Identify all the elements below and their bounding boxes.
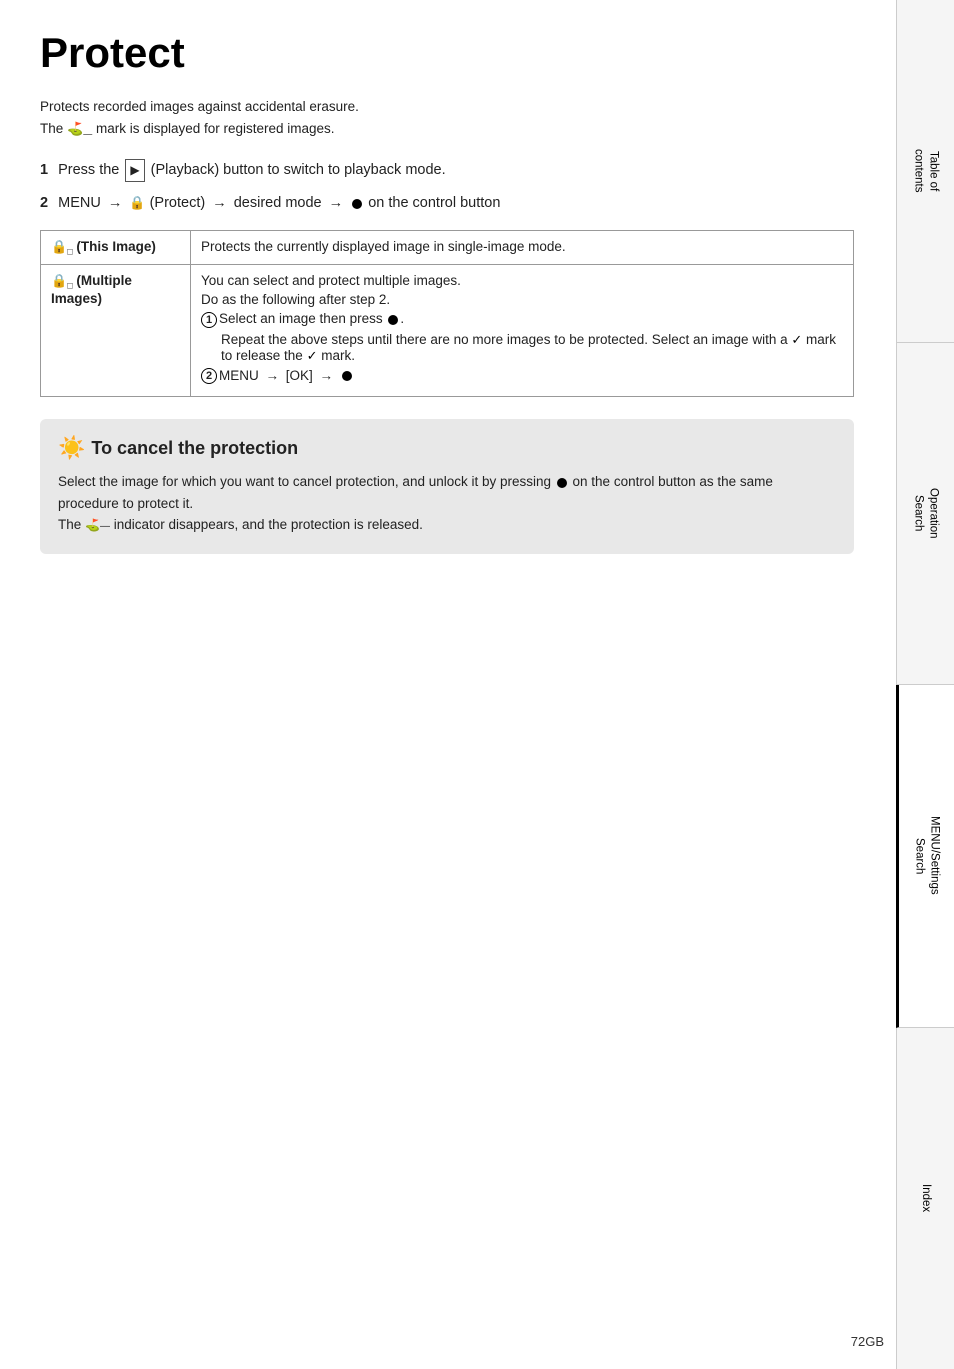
table-row-1: 🔒□ (This Image) Protects the currently d… (41, 230, 854, 265)
sidebar-label-operation: OperationSearch (911, 488, 941, 539)
sidebar-label-toc: Table ofcontents (911, 149, 941, 192)
bullet-step1 (388, 315, 398, 325)
row2-label: 🔒□ (MultipleImages) (41, 265, 191, 397)
intro-text: Protects recorded images against acciden… (40, 96, 854, 141)
tip-body: Select the image for which you want to c… (58, 471, 836, 536)
sidebar-tab-index[interactable]: Index (896, 1028, 954, 1369)
circled-2: 2 (201, 368, 217, 384)
page-number: 72GB (851, 1334, 884, 1349)
intro-line2: The ⛳— mark is displayed for registered … (40, 121, 335, 136)
step2-number: 2 (40, 195, 48, 211)
tip-title: ☀️ To cancel the protection (58, 435, 836, 461)
tip-line1: Select the image for which you want to c… (58, 471, 836, 514)
page-title: Protect (40, 30, 854, 76)
sidebar-label-menu: MENU/SettingsSearch (912, 816, 942, 895)
bullet-step2 (342, 371, 352, 381)
row2-desc: You can select and protect multiple imag… (191, 265, 854, 397)
tip-bullet (557, 478, 567, 488)
row2-step1-indent: Repeat the above steps until there are n… (221, 332, 843, 364)
tip-icon: ☀️ (58, 435, 85, 461)
sidebar-tab-table-of-contents[interactable]: Table ofcontents (896, 0, 954, 343)
intro-line1: Protects recorded images against acciden… (40, 99, 359, 114)
tip-line2: The ⛳— indicator disappears, and the pro… (58, 514, 836, 536)
table-row-2: 🔒□ (MultipleImages) You can select and p… (41, 265, 854, 397)
row2-step2: 2MENU → [OK] → (201, 368, 843, 384)
bullet-circle (352, 199, 362, 209)
row2-step1: 1Select an image then press . (201, 311, 843, 327)
tip-box: ☀️ To cancel the protection Select the i… (40, 419, 854, 554)
main-content: Protect Protects recorded images against… (0, 0, 894, 594)
tip-title-text: To cancel the protection (91, 438, 298, 459)
playback-icon: ▶ (125, 159, 144, 182)
circled-1: 1 (201, 312, 217, 328)
row2-line1: You can select and protect multiple imag… (201, 273, 843, 288)
row1-desc: Protects the currently displayed image i… (191, 230, 854, 265)
row1-label: 🔒□ (This Image) (41, 230, 191, 265)
step1-number: 1 (40, 162, 48, 178)
step-1: 1 Press the ▶ (Playback) button to switc… (40, 159, 854, 183)
sidebar: Table ofcontents OperationSearch MENU/Se… (896, 0, 954, 1369)
sidebar-label-index: Index (918, 1184, 933, 1212)
row2-line2: Do as the following after step 2. (201, 292, 843, 307)
mode-table: 🔒□ (This Image) Protects the currently d… (40, 230, 854, 398)
protect-symbol: 🔒 (129, 195, 145, 210)
sidebar-tab-operation-search[interactable]: OperationSearch (896, 343, 954, 686)
sidebar-tab-menu-settings[interactable]: MENU/SettingsSearch (896, 685, 954, 1028)
step-2: 2 MENU → 🔒 (Protect) → desired mode → on… (40, 192, 854, 215)
